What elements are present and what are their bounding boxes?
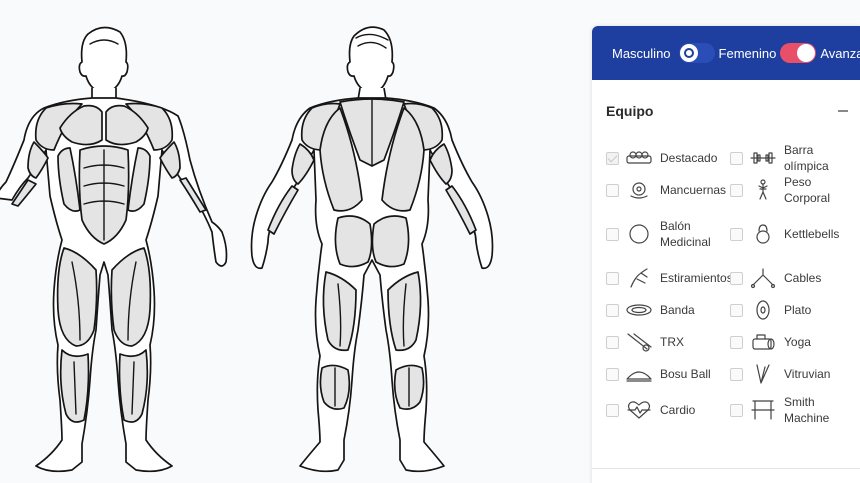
equipment-item-cardio[interactable]: Cardio [606,394,734,426]
checkbox[interactable] [606,335,619,349]
item-label: Barra olímpica [784,143,829,173]
dumbbell-icon [624,178,654,202]
equipment-item-smith-machine[interactable]: Smith Machine [730,394,858,426]
cardio-icon [624,398,654,422]
equipment-item-medicine-ball[interactable]: Balón Medicinal [606,218,734,250]
collapse-icon[interactable] [838,110,848,112]
item-label: Vitruvian [784,367,831,381]
smith-machine-icon [748,398,778,422]
equipment-item-yoga[interactable]: Yoga [730,326,858,358]
plate-icon [748,298,778,322]
checkbox[interactable] [730,271,743,285]
equipment-item-plate[interactable]: Plato [730,294,858,326]
checkbox[interactable] [606,403,619,417]
checkbox[interactable] [606,183,619,197]
item-label: TRX [660,335,684,349]
featured-icon [624,146,654,170]
checkbox[interactable] [606,227,619,241]
muscle-map-figures [0,26,494,473]
panel-header: Masculino Femenino Avanzado [592,26,860,80]
front-body [0,26,228,473]
item-label: Bosu Ball [660,367,711,381]
item-label: Banda [660,303,695,317]
male-label: Masculino [612,45,671,61]
checkbox[interactable] [606,367,619,381]
checkbox[interactable] [730,227,743,241]
checkbox[interactable] [730,151,743,165]
item-label: Plato [784,303,812,317]
back-head [346,26,395,95]
equipment-item-cables[interactable]: Cables [730,262,858,294]
equipment-item-bodyweight[interactable]: Peso Corporal [730,174,858,206]
item-label: Balón Medicinal [660,219,711,249]
advanced-toggle-knob [797,44,816,62]
medicine-ball-icon [624,222,654,246]
equipment-item-vitruvian[interactable]: Vitruvian [730,358,858,390]
equipment-item-kettlebells[interactable]: Kettlebells [730,218,858,250]
advanced-label: Avanzado [820,45,860,61]
equipment-item-stretching[interactable]: Estiramientos [606,262,734,294]
equipment-item-featured[interactable]: Destacado [606,142,734,174]
item-label: Smith Machine [784,395,830,425]
section-divider [592,468,860,469]
band-icon [624,298,654,322]
equipment-item-trx[interactable]: TRX [606,326,734,358]
kettlebell-icon [748,222,778,246]
checkbox[interactable] [606,303,619,317]
checkbox[interactable] [606,151,619,165]
front-head [78,26,129,95]
muscle-map [0,0,585,483]
item-label: Yoga [784,335,811,349]
checkbox[interactable] [730,183,743,197]
item-label: Estiramientos [660,271,733,285]
item-label: Destacado [660,151,718,165]
checkbox[interactable] [730,335,743,349]
cables-icon [748,266,778,290]
equipment-section-header[interactable]: Equipo [592,80,860,142]
gender-toggle[interactable] [678,43,715,63]
filter-panel: Masculino Femenino Avanzado Equipo Desta… [592,26,860,483]
yoga-icon [748,330,778,354]
equipment-title: Equipo [606,103,654,119]
barbell-icon [748,146,778,170]
equipment-item-barbell[interactable]: Barra olímpica [730,142,858,174]
item-label: Kettlebells [784,227,840,241]
advanced-toggle[interactable] [780,43,817,63]
checkbox[interactable] [730,303,743,317]
trx-icon [624,330,654,354]
equipment-item-band[interactable]: Banda [606,294,734,326]
back-body [250,26,494,473]
equipment-item-dumbbells[interactable]: Mancuernas [606,174,734,206]
item-label: Mancuernas [660,183,727,197]
item-label: Cardio [660,403,696,417]
item-label: Peso Corporal [784,175,831,205]
female-label: Femenino [718,45,777,61]
vitruvian-icon [748,362,778,386]
item-label: Cables [784,271,822,285]
gender-toggle-knob [679,44,698,62]
checkbox[interactable] [730,403,743,417]
equipment-item-bosu-ball[interactable]: Bosu Ball [606,358,734,390]
stretch-icon [624,266,654,290]
back-glutes [334,215,373,268]
bosu-ball-icon [624,362,654,386]
checkbox[interactable] [606,271,619,285]
checkbox[interactable] [730,367,743,381]
bodyweight-icon [748,178,778,202]
